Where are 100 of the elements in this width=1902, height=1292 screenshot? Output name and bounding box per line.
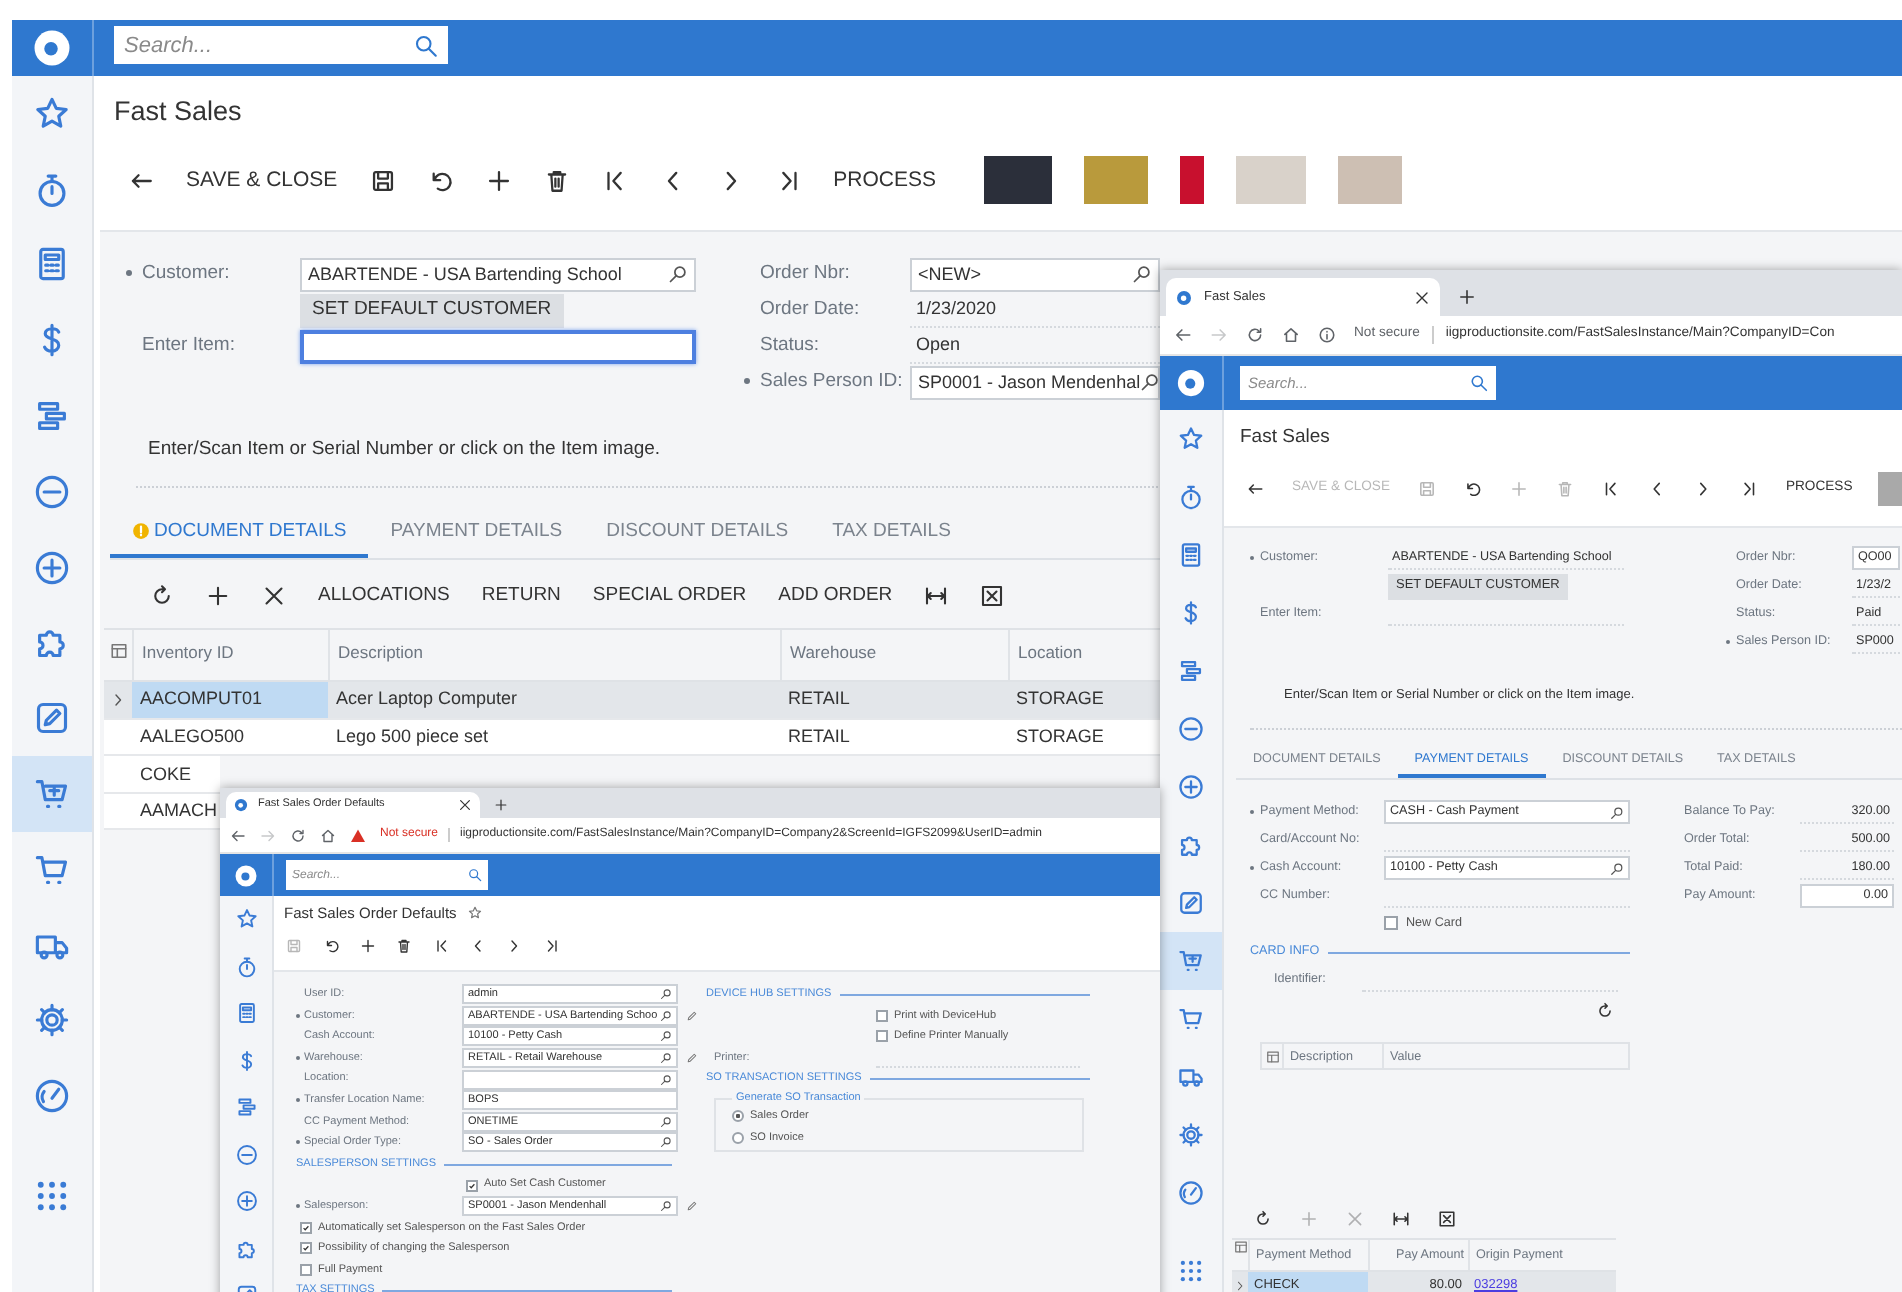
last-page-icon[interactable] (1739, 479, 1758, 497)
save-icon[interactable] (369, 167, 396, 193)
checkbox[interactable] (466, 1179, 478, 1192)
search-icon (1132, 264, 1152, 284)
refresh-icon[interactable] (150, 584, 174, 608)
radio-button[interactable] (732, 1110, 744, 1123)
column-chooser-icon[interactable] (1265, 1050, 1279, 1064)
toolbar-button[interactable]: ADD ORDER (778, 584, 893, 608)
table-cell-text: STORAGE (1014, 686, 1106, 713)
table-row[interactable]: COKE (104, 756, 220, 794)
trash-icon[interactable] (543, 167, 570, 193)
plus-icon[interactable] (206, 584, 230, 608)
search-icon[interactable] (1470, 374, 1488, 392)
undo-icon[interactable] (323, 938, 340, 954)
checkbox[interactable] (1384, 916, 1398, 931)
first-page-icon[interactable] (1601, 479, 1620, 497)
checkbox[interactable] (300, 1221, 312, 1234)
logo-icon[interactable] (1176, 368, 1206, 398)
calculator-icon (235, 1002, 257, 1025)
product-photo[interactable] (1180, 156, 1205, 204)
star-icon[interactable] (468, 906, 483, 920)
x-square-icon[interactable] (980, 584, 1005, 608)
chevron-right-icon[interactable] (506, 938, 523, 954)
lookup-field[interactable]: SP0001 - Jason Mendenhal (910, 365, 1160, 399)
undo-icon[interactable] (1463, 479, 1482, 497)
table-row[interactable]: AALEGO500 Lego 500 piece set RETAIL STORAGE (104, 719, 1160, 757)
reload-icon[interactable] (1246, 326, 1264, 344)
toolbar-button[interactable]: PROCESS (833, 167, 937, 193)
chevron-right-icon (110, 691, 126, 708)
toolbar-button[interactable]: ALLOCATIONS (318, 584, 450, 608)
lookup-field[interactable]: <NEW> (910, 257, 1160, 291)
plus-icon[interactable] (359, 938, 376, 954)
home-icon[interactable] (1282, 326, 1300, 344)
search-icon[interactable] (414, 33, 438, 57)
toolbar-button[interactable]: SAVE & CLOSE (186, 167, 338, 193)
search-icon (1610, 805, 1624, 819)
table-cell-text: Lego 500 piece set (334, 723, 491, 750)
bars-icon (235, 1096, 257, 1119)
logo-icon[interactable] (234, 863, 258, 887)
undo-icon[interactable] (427, 167, 454, 193)
gauge-icon (34, 1078, 70, 1115)
column-header[interactable]: Inventory ID (132, 630, 328, 680)
last-page-icon[interactable] (543, 938, 560, 954)
trash-icon[interactable] (396, 938, 413, 954)
radio-button[interactable] (732, 1132, 744, 1145)
field-label: Enter Item: (142, 334, 235, 358)
close-icon[interactable] (458, 798, 472, 812)
gauge-icon (1178, 1180, 1204, 1206)
arrow-left-icon[interactable] (1174, 326, 1192, 344)
table-row[interactable]: AACOMPUT01 Acer Laptop Computer RETAIL STORAGE (104, 682, 1160, 720)
sidebar-item[interactable] (1160, 932, 1222, 990)
pencil-icon[interactable] (686, 1052, 698, 1065)
fit-width-icon[interactable] (924, 584, 949, 608)
input-field[interactable] (300, 329, 696, 363)
column-chooser-icon[interactable] (109, 642, 127, 660)
first-page-icon[interactable] (601, 167, 628, 193)
search-icon (1140, 372, 1161, 392)
refresh-icon[interactable] (1254, 1209, 1272, 1227)
bars-icon (34, 398, 70, 435)
truck-icon (1178, 1064, 1204, 1090)
reload-icon[interactable] (290, 827, 306, 843)
close-icon[interactable] (262, 584, 286, 608)
fit-width-icon[interactable] (1392, 1209, 1410, 1227)
arrow-left-icon[interactable] (230, 827, 246, 843)
stopwatch-icon (34, 171, 70, 208)
refresh-icon[interactable] (1596, 1001, 1614, 1019)
checkbox[interactable] (876, 1030, 888, 1043)
close-icon[interactable] (1414, 289, 1430, 305)
tab[interactable]: DISCOUNT DETAILS (584, 508, 811, 558)
logo-icon[interactable] (32, 28, 72, 68)
plus-icon[interactable] (485, 167, 512, 193)
toolbar-button[interactable]: SPECIAL ORDER (592, 584, 747, 608)
tab[interactable]: PAYMENT DETAILS (368, 508, 585, 558)
table-cell-text: RETAIL (786, 723, 852, 750)
first-page-icon[interactable] (433, 938, 450, 954)
tab[interactable]: TAX DETAILS (810, 508, 973, 558)
checkbox[interactable] (300, 1264, 312, 1277)
column-header[interactable]: Description (328, 630, 780, 680)
home-icon[interactable] (320, 827, 336, 843)
tab[interactable]: DOCUMENT DETAILS (110, 508, 369, 558)
table-row[interactable]: AAMACH (104, 793, 220, 831)
x-square-icon[interactable] (1438, 1209, 1456, 1227)
lookup-field[interactable]: ABARTENDE - USA Bartending School (300, 257, 696, 291)
column-header[interactable]: Warehouse (780, 630, 1008, 680)
minus-circle-icon (34, 473, 70, 510)
stopwatch-icon (235, 955, 257, 978)
lookup-field[interactable] (462, 1069, 678, 1090)
hint-text: Enter/Scan Item or Serial Number or click on the Item image. (148, 438, 661, 464)
plus-icon[interactable] (1458, 288, 1476, 306)
checkbox[interactable] (300, 1242, 312, 1255)
pencil-icon[interactable] (686, 1009, 698, 1022)
sidebar-item[interactable] (12, 756, 92, 832)
checkbox[interactable] (876, 1009, 888, 1022)
toolbar-button[interactable]: RETURN (481, 584, 561, 608)
table-cell-text: Acer Laptop Computer (334, 686, 520, 713)
pencil-icon[interactable] (686, 1200, 698, 1213)
search-icon[interactable] (468, 868, 482, 882)
column-chooser-icon[interactable] (1233, 1240, 1247, 1254)
set-default-button[interactable]: SET DEFAULT CUSTOMER (300, 293, 564, 327)
back-arrow-icon[interactable] (1246, 479, 1264, 497)
